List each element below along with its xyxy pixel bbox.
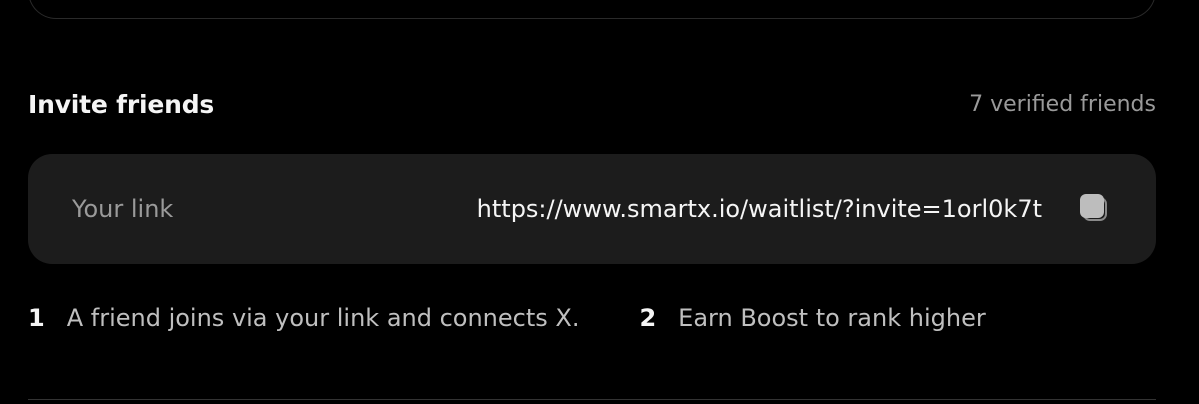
previous-card [28,0,1156,19]
step-number: 2 [639,304,657,332]
step-text: A friend joins via your link and connect… [66,304,580,332]
copy-icon[interactable] [1078,192,1112,226]
divider [28,399,1156,400]
section-title: Invite friends [28,89,215,119]
link-label: Your link [72,195,174,223]
verified-friends-count: 7 verified friends [969,91,1156,117]
invite-steps: 1 A friend joins via your link and conne… [28,298,1156,338]
invite-link-url[interactable]: https://www.smartx.io/waitlist/?invite=1… [477,195,1042,223]
step-number: 1 [28,304,45,332]
invite-link-card: Your link https://www.smartx.io/waitlist… [28,154,1156,264]
step-item: 1 A friend joins via your link and conne… [28,304,579,332]
invite-header: Invite friends 7 verified friends [28,84,1156,124]
step-text: Earn Boost to rank higher [678,304,986,332]
step-item: 2 Earn Boost to rank higher [639,304,985,332]
